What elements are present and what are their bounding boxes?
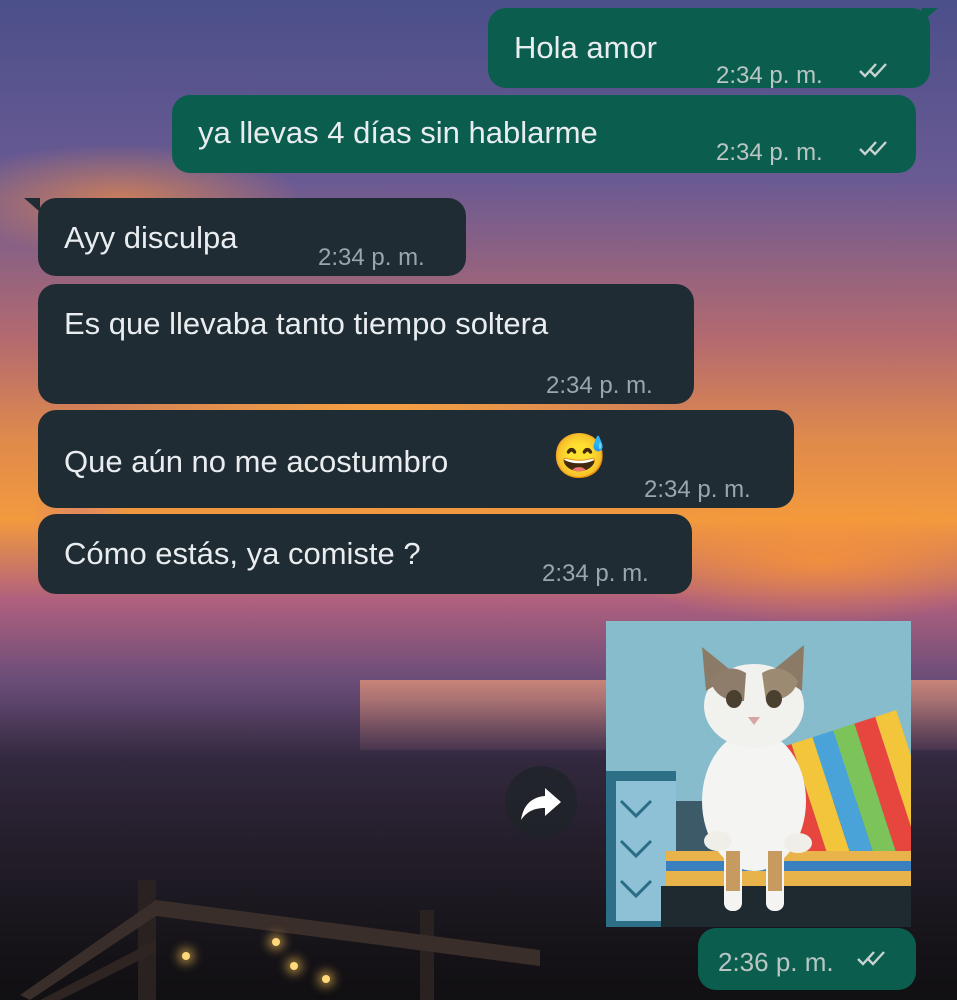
message-time: 2:34 p. m. xyxy=(546,372,653,399)
message-time: 2:34 p. m. xyxy=(644,476,751,503)
garden-light xyxy=(182,952,190,960)
image-message-cat-photo[interactable] xyxy=(606,621,911,927)
message-text: ya llevas 4 días sin hablarme xyxy=(198,115,598,150)
garden-light xyxy=(290,962,298,970)
message-text: Es que llevaba tanto tiempo soltera xyxy=(64,306,549,341)
read-double-check-icon xyxy=(857,951,885,966)
garden-light xyxy=(322,975,330,983)
forward-button[interactable] xyxy=(505,766,577,838)
message-time: 2:34 p. m. xyxy=(716,62,823,89)
read-double-check-icon xyxy=(859,63,887,78)
message-text: Cómo estás, ya comiste ? xyxy=(64,536,421,571)
message-bubble-incoming[interactable]: Ayy disculpa 2:34 p. m. xyxy=(38,198,466,276)
forward-arrow-icon xyxy=(521,788,561,820)
grinning-sweat-emoji: 😅 xyxy=(552,432,607,481)
wallpaper-fence xyxy=(20,880,540,1000)
message-bubble-outgoing[interactable]: Hola amor 2:34 p. m. xyxy=(488,8,930,89)
message-time: 2:34 p. m. xyxy=(542,560,649,587)
message-text: Hola amor xyxy=(514,30,657,65)
read-double-check-icon xyxy=(859,141,887,156)
message-text: Que aún no me acostumbro xyxy=(64,444,449,479)
message-time: 2:34 p. m. xyxy=(716,139,823,166)
message-text: Ayy disculpa xyxy=(64,220,238,255)
message-bubble-incoming[interactable]: Es que llevaba tanto tiempo soltera 2:34… xyxy=(38,284,694,404)
cat-photo xyxy=(606,621,911,927)
message-time: 2:36 p. m. xyxy=(718,947,834,977)
bubble-tail xyxy=(24,198,40,212)
image-caption-bubble[interactable]: 2:36 p. m. xyxy=(698,928,916,990)
message-time: 2:34 p. m. xyxy=(318,244,425,271)
message-bubble-incoming[interactable]: Que aún no me acostumbro 😅 2:34 p. m. xyxy=(38,410,794,508)
message-bubble-outgoing[interactable]: ya llevas 4 días sin hablarme 2:34 p. m. xyxy=(172,95,916,173)
garden-light xyxy=(272,938,280,946)
message-bubble-incoming[interactable]: Cómo estás, ya comiste ? 2:34 p. m. xyxy=(38,514,692,594)
bubble-tail xyxy=(922,8,938,22)
